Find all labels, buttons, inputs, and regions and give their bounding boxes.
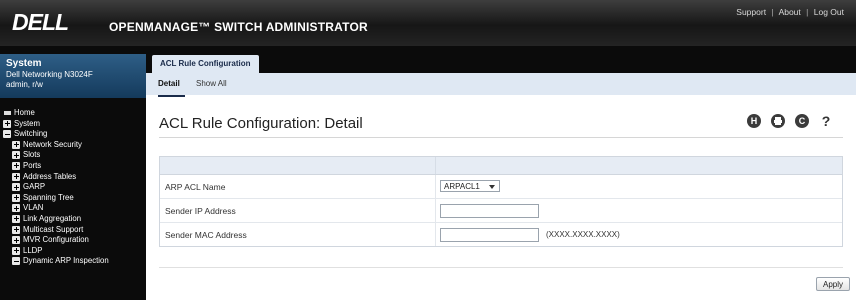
expand-plus-icon[interactable]	[12, 246, 20, 255]
save-icon-glyph: H	[750, 116, 758, 126]
nav-item-garp[interactable]: GARP	[0, 182, 146, 193]
nav-item-system[interactable]: System	[0, 119, 146, 130]
nav-item-dynamic-arp-inspection[interactable]: Dynamic ARP Inspection	[0, 256, 146, 267]
print-icon[interactable]	[771, 114, 785, 128]
nav-item-label: VLAN	[23, 203, 44, 213]
apply-button[interactable]: Apply	[816, 277, 850, 291]
nav-item-link-aggregation[interactable]: Link Aggregation	[0, 214, 146, 225]
arp-acl-name-selected-value: ARPACL1	[444, 182, 480, 191]
subtab-show-all[interactable]: Show All	[196, 79, 227, 88]
refresh-icon[interactable]: C	[795, 114, 809, 128]
expand-plus-icon[interactable]	[3, 119, 11, 128]
nav-item-label: Link Aggregation	[23, 213, 82, 223]
expand-plus-icon[interactable]	[12, 193, 20, 202]
nav-item-vlan[interactable]: VLAN	[0, 203, 146, 214]
help-icon-glyph: ?	[821, 113, 831, 129]
column-divider	[435, 199, 436, 222]
expand-plus-icon[interactable]	[12, 225, 20, 234]
chevron-down-icon	[489, 185, 495, 189]
form-row-sender-mac: Sender MAC Address (XXXX.XXXX.XXXX)	[160, 223, 842, 246]
system-user: admin, r/w	[6, 80, 43, 89]
about-link[interactable]: About	[779, 7, 801, 17]
form-header-row	[160, 157, 842, 175]
arp-acl-name-select[interactable]: ARPACL1	[440, 180, 500, 192]
support-link[interactable]: Support	[736, 7, 766, 17]
sender-mac-label: Sender MAC Address	[165, 230, 247, 240]
expand-plus-icon[interactable]	[12, 151, 20, 160]
sender-ip-input[interactable]	[440, 204, 539, 218]
nav-item-spanning-tree[interactable]: Spanning Tree	[0, 193, 146, 204]
sender-ip-label: Sender IP Address	[165, 206, 236, 216]
nav-item-address-tables[interactable]: Address Tables	[0, 172, 146, 183]
home-icon[interactable]	[4, 111, 11, 115]
collapse-minus-icon[interactable]	[12, 257, 20, 266]
nav-item-network-security[interactable]: Network Security	[0, 140, 146, 151]
nav-item-label: Slots	[23, 150, 41, 160]
nav-tree: Home System Switching Network Security Slots…	[0, 108, 146, 267]
expand-plus-icon[interactable]	[12, 172, 20, 181]
system-title: System	[6, 58, 42, 69]
title-divider	[159, 137, 843, 138]
expand-plus-icon[interactable]	[12, 204, 20, 213]
system-info-box[interactable]: System Dell Networking N3024F admin, r/w	[0, 54, 146, 98]
expand-plus-icon[interactable]	[12, 183, 20, 192]
subtab-detail[interactable]: Detail	[158, 79, 180, 88]
column-divider	[435, 175, 436, 198]
app-title: OPENMANAGE™ SWITCH ADMINISTRATOR	[109, 20, 368, 34]
nav-item-mvr-configuration[interactable]: MVR Configuration	[0, 235, 146, 246]
nav-item-label: MVR Configuration	[23, 235, 89, 245]
refresh-icon-glyph: C	[798, 116, 806, 126]
link-separator: |	[806, 7, 809, 17]
top-banner: DELL OPENMANAGE™ SWITCH ADMINISTRATOR Su…	[0, 0, 856, 46]
nav-item-label: LLDP	[23, 245, 43, 255]
nav-item-home[interactable]: Home	[0, 108, 146, 119]
sender-mac-input[interactable]	[440, 228, 539, 242]
save-icon[interactable]: H	[747, 114, 761, 128]
arp-acl-name-label: ARP ACL Name	[165, 182, 226, 192]
expand-plus-icon[interactable]	[12, 236, 20, 245]
nav-item-label: GARP	[23, 182, 46, 192]
dell-logo: DELL	[12, 9, 69, 35]
expand-plus-icon[interactable]	[12, 214, 20, 223]
nav-item-label: Network Security	[23, 139, 82, 149]
tab-acl-rule-configuration[interactable]: ACL Rule Configuration	[152, 55, 259, 73]
collapse-minus-icon[interactable]	[3, 130, 11, 139]
form-row-arp-acl-name: ARP ACL Name ARPACL1	[160, 175, 842, 199]
page-title: ACL Rule Configuration: Detail	[159, 115, 363, 132]
nav-item-lldp[interactable]: LLDP	[0, 246, 146, 257]
system-model: Dell Networking N3024F	[6, 70, 93, 79]
column-divider	[435, 223, 436, 246]
nav-item-label: Spanning Tree	[23, 192, 74, 202]
acl-rule-form: ARP ACL Name ARPACL1 Sender IP Address S…	[159, 156, 843, 247]
printer-glyph	[774, 117, 782, 125]
active-subtab-indicator	[158, 95, 185, 97]
nav-item-switching[interactable]: Switching	[0, 129, 146, 140]
link-separator: |	[771, 7, 774, 17]
subtab-bar: Detail Show All	[146, 73, 856, 95]
tab-strip: ACL Rule Configuration	[146, 46, 856, 73]
nav-item-ports[interactable]: Ports	[0, 161, 146, 172]
top-links: Support | About | Log Out	[736, 7, 844, 17]
sender-mac-format-hint: (XXXX.XXXX.XXXX)	[546, 230, 620, 239]
nav-item-label: System	[14, 118, 40, 128]
nav-item-label: Switching	[14, 129, 48, 139]
nav-item-slots[interactable]: Slots	[0, 150, 146, 161]
help-icon[interactable]: ?	[819, 114, 833, 128]
logout-link[interactable]: Log Out	[814, 7, 844, 17]
nav-item-label: Ports	[23, 160, 42, 170]
nav-item-label: Multicast Support	[23, 224, 84, 234]
sidebar: System Dell Networking N3024F admin, r/w…	[0, 46, 146, 300]
nav-item-multicast-support[interactable]: Multicast Support	[0, 225, 146, 236]
nav-item-label: Address Tables	[23, 171, 77, 181]
expand-plus-icon[interactable]	[12, 140, 20, 149]
expand-plus-icon[interactable]	[12, 161, 20, 170]
nav-item-label: Home	[14, 108, 35, 117]
nav-item-label: Dynamic ARP Inspection	[23, 256, 109, 266]
footer-divider	[159, 267, 843, 268]
form-row-sender-ip: Sender IP Address	[160, 199, 842, 223]
